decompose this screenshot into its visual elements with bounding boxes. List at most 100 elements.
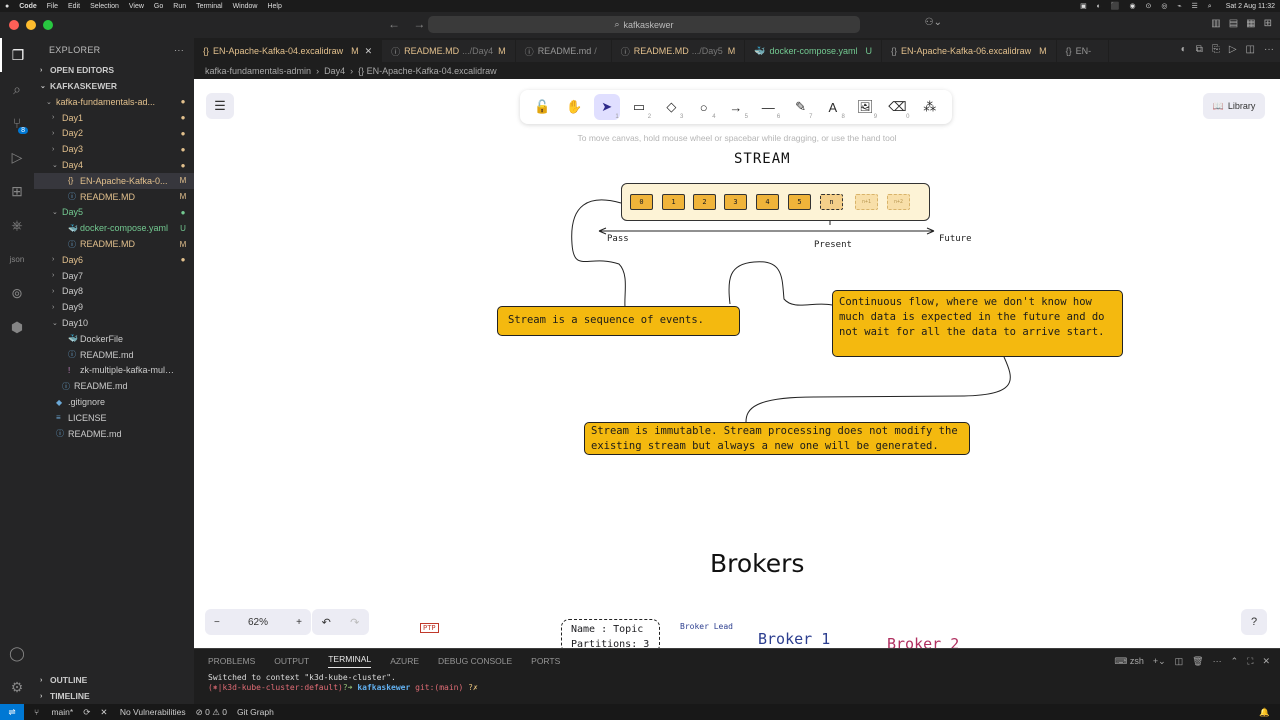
chevron-up-icon[interactable]: ⌃ [1231, 656, 1239, 667]
menu-edit[interactable]: Edit [68, 3, 80, 10]
stream-title[interactable]: STREAM [734, 151, 791, 167]
lock-tool[interactable]: 🔓 [529, 94, 555, 120]
run-icon[interactable]: ▷ [1229, 44, 1237, 55]
line-tool[interactable]: —6 [755, 94, 781, 121]
tree-folder[interactable]: ⌄ Day4 ● [34, 157, 194, 173]
remote-explorer-icon[interactable]: ⊚ [0, 276, 34, 310]
topic-box[interactable]: Name : Topic Partitions: 3 [561, 619, 660, 648]
tree-folder[interactable]: ⌄ Day10 [34, 315, 194, 331]
selection-tool[interactable]: ➤ 1 [593, 94, 620, 120]
event-cell-future[interactable]: n+1 [855, 194, 878, 210]
event-cell[interactable]: 4 [756, 194, 779, 210]
tree-folder[interactable]: ⌄ Day5 ● [34, 205, 194, 221]
ellipse-tool[interactable]: ○ 4 [691, 94, 717, 121]
terminal-output[interactable]: Switched to context "k3d-kube-cluster". … [194, 673, 1280, 693]
tree-folder[interactable]: › Day9 [34, 299, 194, 315]
editor-tab[interactable]: {} EN-Apache-Kafka-06.excalidraw M [882, 40, 1057, 62]
tree-file[interactable]: ≡ LICENSE [34, 410, 194, 426]
editor-tab[interactable]: ⓘ README.MD .../Day4 M [382, 40, 516, 62]
split-editor-icon[interactable]: ◫ [1246, 44, 1255, 55]
event-cell[interactable]: 1 [662, 194, 685, 210]
panel-tab[interactable]: PROBLEMS [208, 656, 255, 666]
vulnerability-indicator[interactable]: ✕ No Vulnerabilities [100, 707, 185, 718]
editor-tab[interactable]: {} EN-Apache-Kafka-04.excalidraw M ✕ [194, 40, 383, 62]
redo-icon[interactable]: ↷ [350, 616, 359, 629]
panel-tab[interactable]: TERMINAL [328, 654, 372, 668]
customize-layout-icon[interactable]: ⊞ [1264, 18, 1272, 29]
event-cell-future[interactable]: n+2 [887, 194, 910, 210]
more-actions-icon[interactable]: ··· [1264, 44, 1274, 55]
library-button[interactable]: 📖 Library [1203, 93, 1265, 119]
app-menu[interactable]: Code [19, 3, 37, 10]
editor-tab[interactable]: 🐳 docker-compose.yaml U [745, 40, 883, 62]
menu-selection[interactable]: Selection [90, 3, 119, 10]
broker-2-label[interactable]: Broker 2 [887, 635, 959, 648]
menu-go[interactable]: Go [154, 3, 163, 10]
event-cell[interactable]: 5 [788, 194, 811, 210]
note-immutable[interactable]: Stream is immutable. Stream processing d… [584, 422, 970, 455]
problems-indicator[interactable]: ⊘ 0 ⚠ 0 [196, 707, 227, 718]
tree-folder[interactable]: › Day8 [34, 284, 194, 300]
docker-icon[interactable]: ⬢ [0, 310, 34, 344]
open-editors-section[interactable]: › OPEN EDITORS [34, 62, 194, 78]
tree-folder[interactable]: ⌄ kafka-fundamentals-ad... ● [34, 94, 194, 110]
panel-tab[interactable]: PORTS [531, 656, 560, 666]
extensions-icon[interactable]: ⊞ [0, 174, 34, 208]
breadcrumb-subfolder[interactable]: Day4 [324, 66, 345, 76]
apple-icon[interactable]: ● [5, 3, 9, 10]
close-tab-icon[interactable]: ✕ [365, 46, 373, 57]
new-terminal-icon[interactable]: +⌄ [1153, 656, 1166, 667]
source-control-icon[interactable]: ⑂ 8 [0, 106, 34, 140]
menu-view[interactable]: View [129, 3, 144, 10]
text-tool[interactable]: A8 [820, 94, 846, 121]
menu-terminal[interactable]: Terminal [196, 3, 222, 10]
diamond-tool[interactable]: ◇ 3 [658, 94, 684, 120]
tree-file[interactable]: ⓘ README.md [34, 347, 194, 363]
editor-tab[interactable]: {} EN- [1057, 40, 1110, 62]
run-debug-icon[interactable]: ▷ [0, 140, 34, 174]
event-cell[interactable]: 3 [724, 194, 747, 210]
account-icon[interactable]: ◯ [0, 636, 34, 670]
tree-file[interactable]: ⓘ README.MD M [34, 236, 194, 252]
note-sequence[interactable]: Stream is a sequence of events. [497, 306, 740, 336]
event-cell-current[interactable]: n [820, 194, 843, 210]
panel-tab[interactable]: DEBUG CONSOLE [438, 656, 512, 666]
present-label[interactable]: Present [814, 240, 852, 250]
arrow-tool[interactable]: → 5 [723, 94, 749, 121]
extra-tools[interactable]: ⁂ [917, 94, 943, 120]
notifications-icon[interactable]: 🔔 [1259, 707, 1270, 718]
tree-folder[interactable]: › Day1 ● [34, 110, 194, 126]
breadcrumb-folder[interactable]: kafka-fundamentals-admin [205, 66, 311, 76]
editor-tab[interactable]: ⓘ README.md / [516, 40, 612, 62]
copilot-icon[interactable]: ⚇⌄ [925, 17, 942, 28]
open-changes-icon[interactable]: ⧉ [1196, 44, 1203, 55]
tree-folder[interactable]: › Day3 ● [34, 141, 194, 157]
draw-tool[interactable]: ✎ 7 [788, 94, 814, 120]
explorer-icon[interactable]: ❐ [0, 38, 34, 72]
tree-file[interactable]: 🐳 docker-compose.yaml U [34, 220, 194, 236]
settings-gear-icon[interactable]: ⚙ [0, 670, 34, 704]
brokers-title[interactable]: Brokers [710, 549, 804, 578]
past-label[interactable]: Pass [607, 234, 629, 244]
split-terminal-icon[interactable]: ◫ [1175, 656, 1184, 667]
toggle-secondary-sidebar-icon[interactable]: ▦ [1246, 18, 1255, 29]
back-arrow-icon[interactable]: ← [388, 17, 400, 31]
sync-icon[interactable]: ⟳ [83, 707, 90, 718]
broker-lead-label[interactable]: Broker Lead [680, 622, 733, 631]
help-button[interactable]: ? [1241, 609, 1267, 635]
forward-arrow-icon[interactable]: → [413, 17, 425, 31]
tree-file[interactable]: ⓘ README.MD M [34, 189, 194, 205]
close-icon[interactable]: ✕ [1262, 656, 1270, 667]
outline-section[interactable]: › OUTLINE [34, 672, 194, 688]
search-view-icon[interactable]: ⌕ [0, 72, 34, 106]
trash-icon[interactable]: 🗑 [1192, 656, 1203, 667]
git-graph-button[interactable]: Git Graph [237, 707, 274, 717]
eraser-tool[interactable]: ⌫ 0 [884, 94, 910, 120]
main-menu-button[interactable]: ☰ [206, 93, 234, 119]
tree-folder[interactable]: › Day2 ● [34, 126, 194, 142]
remote-indicator-icon[interactable]: ⇌ [0, 704, 24, 720]
tree-folder[interactable]: › Day7 [34, 268, 194, 284]
timeline-section[interactable]: › TIMELINE [34, 688, 194, 704]
tree-file[interactable]: ◆ .gitignore [34, 394, 194, 410]
maximize-window-icon[interactable] [43, 20, 53, 30]
